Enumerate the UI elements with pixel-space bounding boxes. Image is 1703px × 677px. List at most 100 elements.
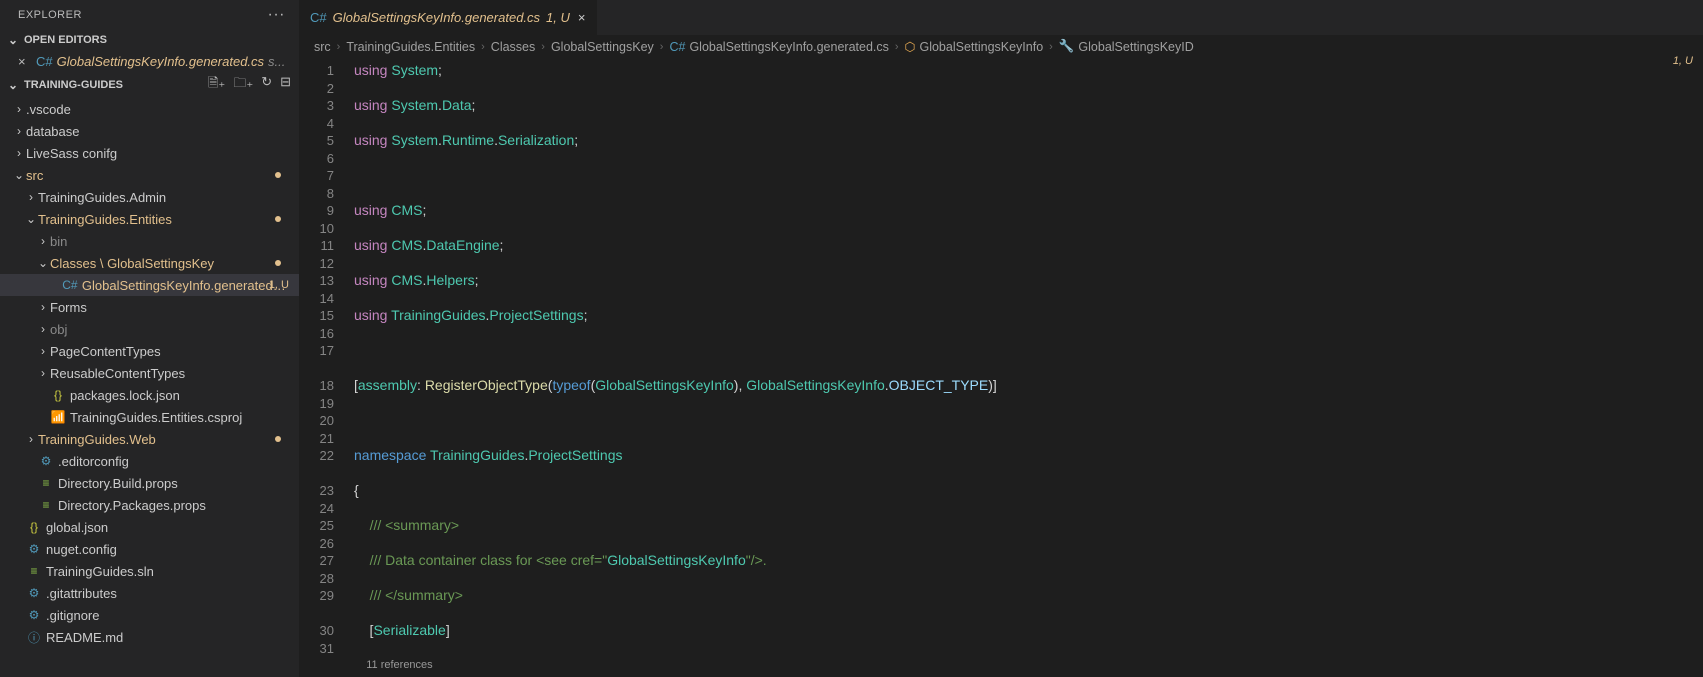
breadcrumb-label: GlobalSettingsKeyID bbox=[1078, 40, 1193, 54]
item-label: obj bbox=[50, 322, 67, 337]
item-label: TrainingGuides.Entities bbox=[38, 212, 172, 227]
tree-folder[interactable]: ›database bbox=[0, 120, 299, 142]
chevron-down-icon: ⌄ bbox=[6, 78, 20, 92]
item-label: ReusableContentTypes bbox=[50, 366, 185, 381]
item-label: global.json bbox=[46, 520, 108, 535]
code-editor[interactable]: 1234567891011121314151617181920212223242… bbox=[300, 58, 1703, 677]
csharp-icon: C# bbox=[36, 54, 53, 69]
item-label: nuget.config bbox=[46, 542, 117, 557]
breadcrumb-item[interactable]: src bbox=[314, 40, 331, 54]
chevron-down-icon: ⌄ bbox=[6, 33, 20, 47]
chevron-right-icon: › bbox=[1049, 41, 1053, 53]
tree-folder[interactable]: ›LiveSass conifg bbox=[0, 142, 299, 164]
breadcrumb-item[interactable]: Classes bbox=[491, 40, 535, 54]
sidebar: EXPLORER ··· ⌄ OPEN EDITORS × C# GlobalS… bbox=[0, 0, 300, 677]
tree-file[interactable]: {} global.json bbox=[0, 516, 299, 538]
breadcrumb-label: TrainingGuides.Entities bbox=[346, 40, 475, 54]
chevron-right-icon: › bbox=[36, 322, 50, 336]
item-label: Forms bbox=[50, 300, 87, 315]
open-editor-item[interactable]: × C# GlobalSettingsKeyInfo.generated.cs … bbox=[0, 50, 299, 72]
folder-section[interactable]: ⌄ TRAINING-GUIDES 🗎₊ 🗀₊ ↻ ⊟ bbox=[0, 72, 299, 98]
tab-bar: C# GlobalSettingsKeyInfo.generated.cs 1,… bbox=[300, 0, 1703, 35]
item-label: README.md bbox=[46, 630, 123, 645]
breadcrumb-item[interactable]: GlobalSettingsKey bbox=[551, 40, 654, 54]
new-folder-icon[interactable]: 🗀₊ bbox=[233, 74, 253, 96]
explorer-header: EXPLORER ··· bbox=[0, 0, 299, 30]
tree-folder[interactable]: ›ReusableContentTypes bbox=[0, 362, 299, 384]
csharp-icon: C# bbox=[310, 10, 327, 25]
tree-file[interactable]: C#GlobalSettingsKeyInfo.generated.cs1, U bbox=[0, 274, 299, 296]
open-editors-section[interactable]: ⌄ OPEN EDITORS bbox=[0, 30, 299, 50]
tab-active[interactable]: C# GlobalSettingsKeyInfo.generated.cs 1,… bbox=[300, 0, 598, 35]
new-file-icon[interactable]: 🗎₊ bbox=[208, 74, 225, 96]
code-content[interactable]: using System; using System.Data; using S… bbox=[348, 58, 1703, 677]
property-icon: 🔧 bbox=[1059, 39, 1075, 54]
git-badge: 1, U bbox=[269, 279, 289, 291]
open-editors-label: OPEN EDITORS bbox=[24, 34, 107, 46]
json-icon: {} bbox=[26, 519, 42, 535]
tree-folder[interactable]: ›bin bbox=[0, 230, 299, 252]
tree-folder[interactable]: ⌄TrainingGuides.Entities bbox=[0, 208, 299, 230]
tree-folder[interactable]: ›Forms bbox=[0, 296, 299, 318]
conf-icon: ⚙ bbox=[26, 607, 42, 623]
tree-file[interactable]: ≡Directory.Build.props bbox=[0, 472, 299, 494]
tree-file[interactable]: ⚙ .gitignore bbox=[0, 604, 299, 626]
breadcrumb-item[interactable]: ⬡GlobalSettingsKeyInfo bbox=[905, 39, 1044, 54]
tab-title: GlobalSettingsKeyInfo.generated.cs bbox=[333, 10, 540, 25]
np-icon: ≡ bbox=[26, 563, 42, 579]
tree-file[interactable]: ⚙.gitattributes bbox=[0, 582, 299, 604]
collapse-icon[interactable]: ⊟ bbox=[280, 74, 291, 96]
class-icon: ⬡ bbox=[905, 39, 916, 54]
tree-file[interactable]: ⚙.editorconfig bbox=[0, 450, 299, 472]
item-label: TrainingGuides.sln bbox=[46, 564, 154, 579]
chevron-right-icon: › bbox=[36, 344, 50, 358]
tree-file[interactable]: ≡Directory.Packages.props bbox=[0, 494, 299, 516]
chevron-right-icon: › bbox=[36, 234, 50, 248]
tree-folder[interactable]: ›TrainingGuides.Web bbox=[0, 428, 299, 450]
chevron-right-icon: › bbox=[24, 432, 38, 446]
close-icon[interactable]: × bbox=[18, 54, 32, 69]
folder-actions: 🗎₊ 🗀₊ ↻ ⊟ bbox=[208, 74, 291, 96]
breadcrumb-label: src bbox=[314, 40, 331, 54]
tree-folder[interactable]: ›obj bbox=[0, 318, 299, 340]
item-label: packages.lock.json bbox=[70, 388, 180, 403]
breadcrumb-item[interactable]: 🔧GlobalSettingsKeyID bbox=[1059, 39, 1194, 54]
json-icon: {} bbox=[50, 387, 66, 403]
item-label: GlobalSettingsKeyInfo.generated.cs bbox=[82, 278, 289, 293]
tree-file[interactable]: ⓘREADME.md bbox=[0, 626, 299, 648]
chevron-right-icon: › bbox=[337, 41, 341, 53]
breadcrumb-item[interactable]: C#GlobalSettingsKeyInfo.generated.cs bbox=[669, 40, 888, 54]
tree-folder[interactable]: ⌄src bbox=[0, 164, 299, 186]
modified-dot-icon bbox=[275, 216, 281, 222]
tree-folder[interactable]: ›.vscode bbox=[0, 98, 299, 120]
rss-icon: 📶 bbox=[50, 409, 66, 425]
tree-folder[interactable]: ›PageContentTypes bbox=[0, 340, 299, 362]
breadcrumb[interactable]: src›TrainingGuides.Entities›Classes›Glob… bbox=[300, 35, 1703, 58]
close-icon[interactable]: × bbox=[576, 10, 588, 25]
more-icon[interactable]: ··· bbox=[268, 6, 285, 24]
tree-file[interactable]: 📶TrainingGuides.Entities.csproj bbox=[0, 406, 299, 428]
refresh-icon[interactable]: ↻ bbox=[261, 74, 272, 96]
tab-badge: 1, U bbox=[546, 10, 570, 25]
np-icon: ≡ bbox=[38, 475, 54, 491]
breadcrumb-item[interactable]: TrainingGuides.Entities bbox=[346, 40, 475, 54]
item-label: Classes \ GlobalSettingsKey bbox=[50, 256, 214, 271]
item-label: bin bbox=[50, 234, 67, 249]
explorer-title: EXPLORER bbox=[18, 9, 82, 21]
line-gutter: 1234567891011121314151617181920212223242… bbox=[300, 58, 348, 677]
item-label: .gitattributes bbox=[46, 586, 117, 601]
tree-file[interactable]: ≡ TrainingGuides.sln bbox=[0, 560, 299, 582]
file-tree: ›.vscode›database›LiveSass conifg⌄src›Tr… bbox=[0, 98, 299, 677]
editor-item-path: s... bbox=[268, 54, 285, 69]
np-icon: ≡ bbox=[38, 497, 54, 513]
item-label: .gitignore bbox=[46, 608, 99, 623]
editor-area: C# GlobalSettingsKeyInfo.generated.cs 1,… bbox=[300, 0, 1703, 677]
item-label: TrainingGuides.Web bbox=[38, 432, 156, 447]
editor-item-badge: 1, U bbox=[1673, 55, 1693, 67]
tree-folder[interactable]: ›TrainingGuides.Admin bbox=[0, 186, 299, 208]
chevron-right-icon: › bbox=[12, 146, 26, 160]
tree-folder[interactable]: ⌄Classes \ GlobalSettingsKey bbox=[0, 252, 299, 274]
chevron-down-icon: ⌄ bbox=[12, 168, 26, 182]
tree-file[interactable]: {} packages.lock.json bbox=[0, 384, 299, 406]
tree-file[interactable]: ⚙nuget.config bbox=[0, 538, 299, 560]
